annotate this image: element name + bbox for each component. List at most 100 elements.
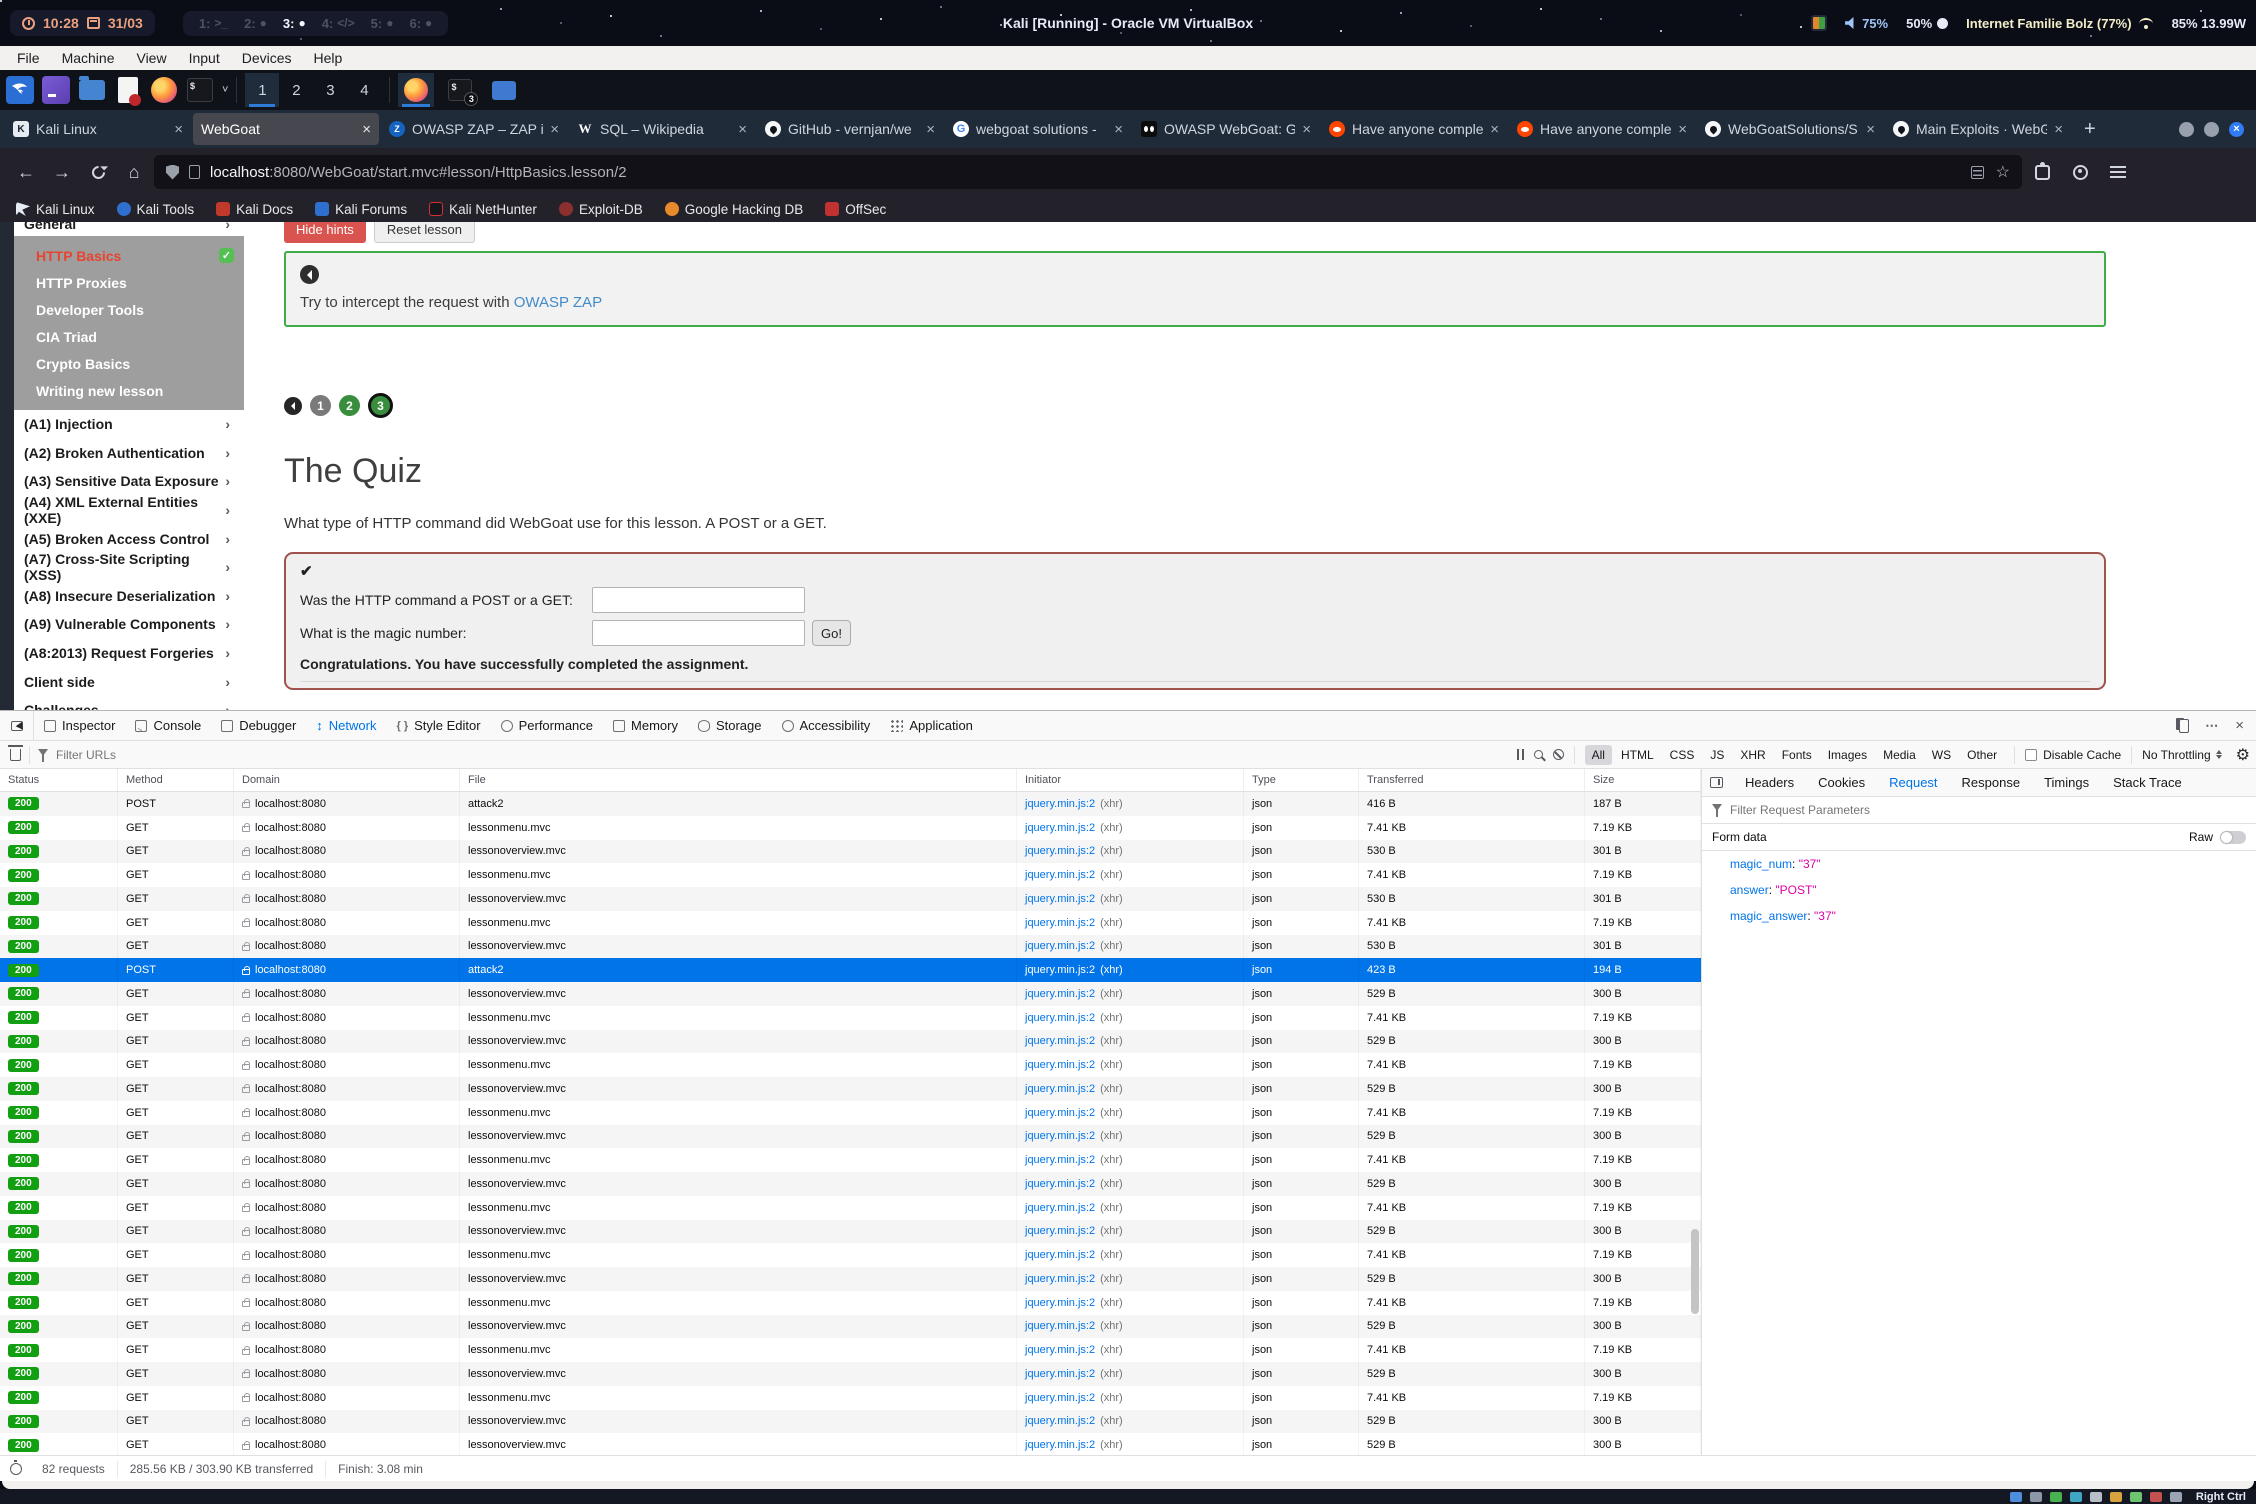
workspace-indicator[interactable]: 2: ●	[244, 16, 267, 31]
extensions-icon[interactable]	[2026, 156, 2058, 188]
menu-icon[interactable]	[2102, 156, 2134, 188]
workspace-indicator[interactable]: 5: ●	[371, 16, 394, 31]
disable-cache-checkbox[interactable]: Disable Cache	[2025, 748, 2121, 762]
file-manager-icon[interactable]	[78, 76, 106, 104]
performance-analysis-icon[interactable]	[10, 1463, 22, 1475]
column-header[interactable]: Method	[118, 769, 234, 791]
network-request-row[interactable]: 200 GET localhost:8080 lessonoverview.mv…	[0, 1267, 1701, 1291]
app-launcher-icon[interactable]	[42, 76, 70, 104]
running-firefox-button[interactable]	[398, 73, 434, 107]
type-filter-button[interactable]: Media	[1876, 745, 1923, 765]
network-request-row[interactable]: 200 GET localhost:8080 lessonmenu.mvc jq…	[0, 1338, 1701, 1362]
column-header[interactable]: Type	[1244, 769, 1359, 791]
bookmark-item[interactable]: Exploit-DB	[559, 202, 643, 217]
minimize-button[interactable]	[2179, 122, 2194, 137]
devtools-tab[interactable]: Accessibility	[772, 711, 881, 740]
new-tab-button[interactable]: +	[2072, 110, 2108, 148]
tab-close-icon[interactable]: ×	[1114, 121, 1123, 138]
type-filter-button[interactable]: HTML	[1614, 745, 1661, 765]
column-header[interactable]: Status	[0, 769, 118, 791]
initiator-link[interactable]: jquery.min.js:2	[1025, 1320, 1095, 1332]
browser-tab[interactable]: SQL – Wikipedia ×	[569, 113, 755, 145]
sidebar-lesson-item[interactable]: Developer Tools ✓	[14, 296, 244, 323]
initiator-link[interactable]: jquery.min.js:2	[1025, 964, 1095, 976]
browser-tab[interactable]: WebGoatSolutions/S ×	[1697, 113, 1883, 145]
sidebar-category-item[interactable]: Challenges ›	[14, 696, 244, 710]
brightness-indicator[interactable]: 50%	[1906, 16, 1948, 31]
initiator-link[interactable]: jquery.min.js:2	[1025, 1273, 1095, 1285]
optical-drive-status-icon[interactable]	[2030, 1492, 2042, 1502]
workspace-indicator[interactable]: 6: ●	[409, 16, 432, 31]
network-request-row[interactable]: 200 GET localhost:8080 lessonmenu.mvc jq…	[0, 863, 1701, 887]
tracking-protection-shield-icon[interactable]	[166, 165, 179, 180]
request-panel-tab[interactable]: Stack Trace	[2101, 769, 2194, 796]
tab-close-icon[interactable]: ×	[2054, 121, 2063, 138]
workspace-button[interactable]: 3	[313, 73, 347, 107]
browser-tab[interactable]: Have anyone comple ×	[1509, 113, 1695, 145]
devtools-tab[interactable]: Storage	[688, 711, 772, 740]
battery-indicator[interactable]: 85% 13.99W	[2172, 16, 2246, 31]
url-text[interactable]: localhost:8080/WebGoat/start.mvc#lesson/…	[210, 164, 1961, 181]
workspace-button[interactable]: 1	[245, 73, 279, 107]
initiator-link[interactable]: jquery.min.js:2	[1025, 1059, 1095, 1071]
network-request-row[interactable]: 200 GET localhost:8080 lessonoverview.mv…	[0, 1125, 1701, 1149]
network-request-row[interactable]: 200 GET localhost:8080 lessonmenu.mvc jq…	[0, 1243, 1701, 1267]
network-settings-gear-icon[interactable]: ⚙	[2236, 745, 2250, 765]
hard-disk-status-icon[interactable]	[2010, 1492, 2022, 1502]
form-data-param[interactable]: magic_num: "37"	[1702, 851, 2256, 877]
text-editor-icon[interactable]	[114, 76, 142, 104]
network-request-row[interactable]: 200 GET localhost:8080 lessonoverview.mv…	[0, 1030, 1701, 1054]
tab-close-icon[interactable]: ×	[362, 121, 371, 138]
back-button[interactable]: ←	[10, 156, 42, 188]
initiator-link[interactable]: jquery.min.js:2	[1025, 1130, 1095, 1142]
mouse-integration-status-icon[interactable]	[2170, 1492, 2182, 1502]
launcher-dropdown-icon[interactable]: ˅	[222, 84, 228, 96]
bookmark-star-icon[interactable]: ☆	[1996, 162, 2010, 182]
bookmark-item[interactable]: Kali Docs	[216, 202, 293, 217]
network-request-row[interactable]: 200 GET localhost:8080 lessonoverview.mv…	[0, 840, 1701, 864]
browser-tab[interactable]: OWASP ZAP – ZAP i ×	[381, 113, 567, 145]
bookmark-item[interactable]: Google Hacking DB	[665, 202, 804, 217]
browser-tab[interactable]: webgoat solutions - ×	[945, 113, 1131, 145]
terminal-launcher-icon[interactable]: $	[186, 76, 214, 104]
raw-toggle[interactable]	[2220, 831, 2246, 844]
reload-button[interactable]	[82, 156, 114, 188]
browser-tab[interactable]: Main Exploits · WebG ×	[1885, 113, 2071, 145]
question1-input[interactable]	[592, 587, 805, 613]
form-data-param[interactable]: magic_answer: "37"	[1702, 903, 2256, 929]
throttling-select[interactable]: No Throttling	[2142, 747, 2225, 762]
initiator-link[interactable]: jquery.min.js:2	[1025, 798, 1095, 810]
initiator-link[interactable]: jquery.min.js:2	[1025, 940, 1095, 952]
maximize-button[interactable]	[2204, 122, 2219, 137]
network-request-row[interactable]: 200 GET localhost:8080 lessonmenu.mvc jq…	[0, 1386, 1701, 1410]
sidebar-category-item[interactable]: (A1) Injection ›	[14, 410, 244, 439]
page-number-button[interactable]: 2	[339, 395, 360, 416]
request-panel-tab[interactable]: Response	[1950, 769, 2033, 796]
network-request-row[interactable]: 200 GET localhost:8080 lessonoverview.mv…	[0, 1077, 1701, 1101]
tab-close-icon[interactable]: ×	[926, 121, 935, 138]
bookmark-item[interactable]: Kali NetHunter	[429, 202, 537, 217]
sidebar-category-item[interactable]: (A8:2013) Request Forgeries ›	[14, 639, 244, 668]
devtools-tab[interactable]: Debugger	[211, 711, 306, 740]
sidebar-item-general[interactable]: General ›	[14, 222, 244, 236]
page-number-button[interactable]: 3	[368, 393, 393, 418]
column-header[interactable]: Transferred	[1359, 769, 1585, 791]
tab-close-icon[interactable]: ×	[1866, 121, 1875, 138]
devtools-tab[interactable]: Console	[125, 711, 211, 740]
search-icon[interactable]	[1534, 750, 1543, 759]
network-request-row[interactable]: 200 GET localhost:8080 lessonmenu.mvc jq…	[0, 911, 1701, 935]
request-panel-tab[interactable]: Headers	[1733, 769, 1806, 796]
bookmark-item[interactable]: Kali Tools	[117, 202, 195, 217]
tab-close-icon[interactable]: ×	[550, 121, 559, 138]
menubar-item[interactable]: Devices	[233, 48, 301, 68]
network-request-row[interactable]: 200 GET localhost:8080 lessonmenu.mvc jq…	[0, 1148, 1701, 1172]
initiator-link[interactable]: jquery.min.js:2	[1025, 1344, 1095, 1356]
sidebar-category-item[interactable]: (A4) XML External Entities (XXE) ›	[14, 496, 244, 525]
go-button[interactable]: Go!	[812, 620, 851, 646]
browser-tab[interactable]: OWASP WebGoat: G ×	[1133, 113, 1319, 145]
filter-request-parameters-input[interactable]	[1730, 803, 2246, 817]
tab-close-icon[interactable]: ×	[1678, 121, 1687, 138]
network-request-row[interactable]: 200 GET localhost:8080 lessonmenu.mvc jq…	[0, 1196, 1701, 1220]
network-request-row[interactable]: 200 GET localhost:8080 lessonmenu.mvc jq…	[0, 1291, 1701, 1315]
network-request-row[interactable]: 200 GET localhost:8080 lessonmenu.mvc jq…	[0, 1053, 1701, 1077]
